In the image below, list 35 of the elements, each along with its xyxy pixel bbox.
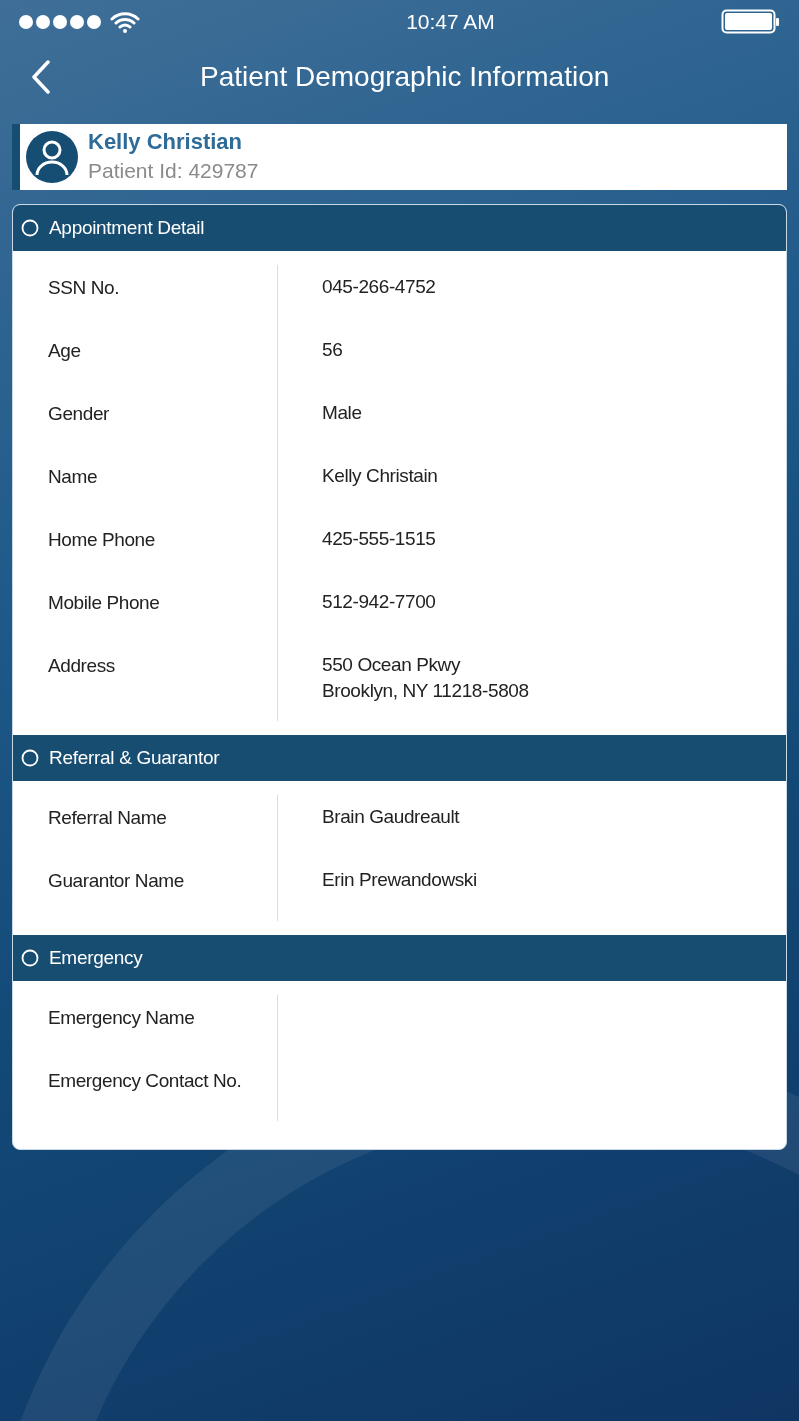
field-value: 550 Ocean Pkwy Brooklyn, NY 11218-5808 <box>322 653 529 703</box>
patient-id: Patient Id: 429787 <box>88 158 259 184</box>
field-label: Referral Name <box>48 806 167 830</box>
section-header[interactable]: Referral & Guarantor <box>13 735 786 781</box>
signal-dots-icon <box>18 14 102 30</box>
field-label: Guarantor Name <box>48 869 184 893</box>
field-value: Brain Gaudreault <box>322 805 460 829</box>
field-label: Home Phone <box>48 528 155 552</box>
field-value: 425-555-1515 <box>322 527 436 551</box>
battery-icon <box>721 9 781 35</box>
patient-name: Kelly Christian <box>88 128 244 156</box>
radio-circle-icon <box>21 949 39 967</box>
page-title: Patient Demographic Information <box>200 60 610 94</box>
field-value: Kelly Christain <box>322 464 438 488</box>
field-label: Name <box>48 465 98 489</box>
field-value: Male <box>322 401 362 425</box>
radio-circle-icon <box>21 219 39 237</box>
field-value: 512-942-7700 <box>322 590 436 614</box>
wifi-icon <box>110 11 140 33</box>
back-chevron-icon <box>31 60 51 94</box>
radio-circle-icon <box>21 749 39 767</box>
field-label: Emergency Contact No. <box>48 1069 242 1093</box>
field-value: Erin Prewandowski <box>322 868 477 892</box>
section-header[interactable]: Appointment Detail <box>13 205 786 251</box>
field-label: Address <box>48 654 115 678</box>
field-label: Gender <box>48 402 109 426</box>
field-value: 56 <box>322 338 343 362</box>
section-header[interactable]: Emergency <box>13 935 786 981</box>
field-label: Emergency Name <box>48 1006 195 1030</box>
status-time: 10:47 AM <box>406 9 495 36</box>
field-label: Mobile Phone <box>48 591 160 615</box>
field-label: SSN No. <box>48 276 120 300</box>
field-label: Age <box>48 339 81 363</box>
field-value: 045-266-4752 <box>322 275 436 299</box>
avatar-person-icon <box>26 131 78 183</box>
